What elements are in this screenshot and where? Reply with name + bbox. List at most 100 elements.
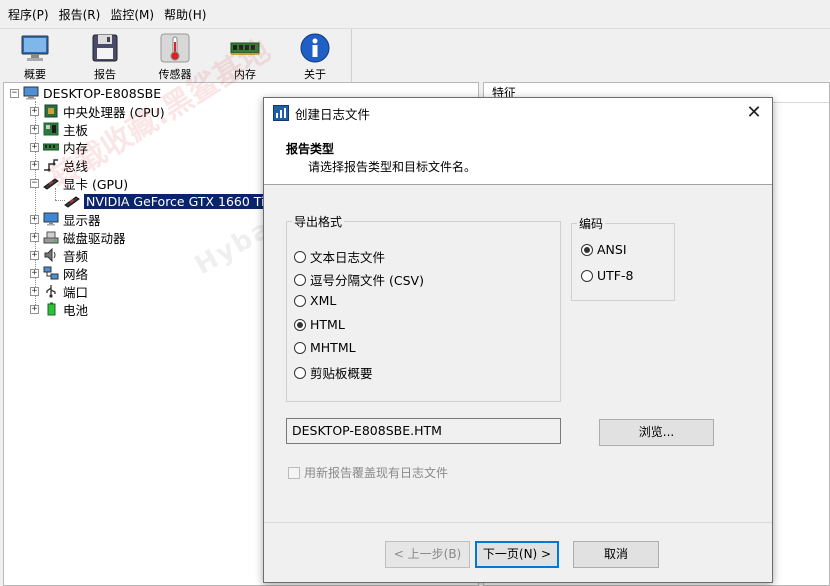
format-html-radio[interactable]: HTML xyxy=(294,317,345,332)
summary-button[interactable]: 概要 xyxy=(7,32,63,81)
checkbox-box xyxy=(288,466,300,479)
tree-item-ports[interactable]: + 端口 xyxy=(30,282,88,300)
report-button[interactable]: 报告 xyxy=(77,32,133,81)
format-text-label: 文本日志文件 xyxy=(310,250,386,265)
tree-item-label: NVIDIA GeForce GTX 1660 Ti xyxy=(84,193,267,209)
radio-circle xyxy=(294,341,306,354)
tree-item-audio[interactable]: + 音频 xyxy=(30,246,88,264)
tree-item-label: 网络 xyxy=(63,266,89,282)
collapse-icon[interactable]: − xyxy=(10,88,19,98)
report-type-heading: 报告类型 xyxy=(286,142,335,156)
expand-icon[interactable]: + xyxy=(30,268,39,278)
format-xml-radio[interactable]: XML xyxy=(294,293,336,308)
gpu-icon xyxy=(43,176,59,190)
tree-item-bus[interactable]: + 总线 xyxy=(30,156,88,174)
encoding-ansi-radio[interactable]: ANSI xyxy=(581,242,627,257)
encoding-ansi-label: ANSI xyxy=(597,242,627,257)
sensor-label: 传感器 xyxy=(158,68,192,81)
report-label: 报告 xyxy=(94,68,116,81)
about-button[interactable]: 关于 xyxy=(287,32,343,81)
dialog-titlebar[interactable]: 创建日志文件 ✕ xyxy=(264,98,772,128)
tree-item-cpu[interactable]: + 中央处理器 (CPU) xyxy=(30,102,165,120)
bus-icon xyxy=(43,158,59,172)
format-text-radio[interactable]: 文本日志文件 xyxy=(294,247,385,266)
expand-icon[interactable]: + xyxy=(30,214,39,224)
browse-button[interactable]: 浏览... xyxy=(599,419,714,446)
next-button[interactable]: 下一页(N) > xyxy=(475,541,559,568)
expand-icon[interactable]: + xyxy=(30,286,39,296)
about-label: 关于 xyxy=(304,68,326,81)
expand-icon[interactable]: + xyxy=(30,106,39,116)
thermometer-icon xyxy=(159,32,191,64)
expand-icon[interactable]: + xyxy=(30,250,39,260)
radio-circle xyxy=(294,250,306,263)
expand-icon[interactable]: + xyxy=(30,232,39,242)
menu-report[interactable]: 报告(R) xyxy=(55,6,105,23)
tree-item-motherboard[interactable]: + 主板 xyxy=(30,120,88,138)
memory-label: 内存 xyxy=(234,68,256,81)
tree-item-label: 总线 xyxy=(63,158,89,174)
report-type-subheading: 请选择报告类型和目标文件名。 xyxy=(308,160,477,174)
motherboard-icon xyxy=(43,122,59,136)
computer-icon xyxy=(23,86,39,100)
tree-root-label: DESKTOP-E808SBE xyxy=(43,85,162,101)
tree-item-gpu[interactable]: − 显卡 (GPU) xyxy=(30,174,128,192)
tree-item-disk[interactable]: + 磁盘驱动器 xyxy=(30,228,126,246)
cancel-button[interactable]: 取消 xyxy=(573,541,659,568)
collapse-icon[interactable]: − xyxy=(30,178,39,188)
tree-item-label: 磁盘驱动器 xyxy=(63,230,126,246)
radio-circle-selected xyxy=(581,243,593,256)
expand-icon[interactable]: + xyxy=(30,124,39,134)
format-clipboard-radio[interactable]: 剪贴板概要 xyxy=(294,363,373,382)
memory-button[interactable]: 内存 xyxy=(217,32,273,81)
display-icon xyxy=(43,212,59,226)
toolbar-group: 概要 报告 传感器 内存 关于 xyxy=(4,29,352,82)
close-icon[interactable]: ✕ xyxy=(744,103,764,123)
radio-circle xyxy=(294,294,306,307)
tree-item-label: 显卡 (GPU) xyxy=(63,176,129,192)
menu-monitor[interactable]: 监控(M) xyxy=(106,6,158,23)
network-icon xyxy=(43,266,59,280)
menu-program[interactable]: 程序(P) xyxy=(4,6,53,23)
format-mhtml-radio[interactable]: MHTML xyxy=(294,340,356,355)
tree-item-label: 内存 xyxy=(63,140,89,156)
menu-bar: 程序(P) 报告(R) 监控(M) 帮助(H) xyxy=(0,0,830,28)
dialog-header: 报告类型 请选择报告类型和目标文件名。 xyxy=(264,128,772,185)
sensor-button[interactable]: 传感器 xyxy=(147,32,203,81)
expand-icon[interactable]: + xyxy=(30,304,39,314)
back-button[interactable]: < 上一步(B) xyxy=(385,541,470,568)
tree-item-label: 主板 xyxy=(63,122,89,138)
tree-item-label: 中央处理器 (CPU) xyxy=(63,104,165,120)
create-log-dialog: 创建日志文件 ✕ 报告类型 请选择报告类型和目标文件名。 导出格式 文本日志文件… xyxy=(263,97,773,583)
tree-item-network[interactable]: + 网络 xyxy=(30,264,88,282)
gpu-card-icon xyxy=(64,194,80,208)
encoding-utf8-radio[interactable]: UTF-8 xyxy=(581,268,633,283)
tree-item-label: 端口 xyxy=(63,284,89,300)
tree-item-battery[interactable]: + 电池 xyxy=(30,300,88,318)
dialog-separator xyxy=(264,522,772,523)
dialog-title: 创建日志文件 xyxy=(295,106,371,122)
tree-root[interactable]: − DESKTOP-E808SBE xyxy=(10,84,161,102)
expand-icon[interactable]: + xyxy=(30,160,39,170)
format-xml-label: XML xyxy=(310,293,337,308)
usb-icon xyxy=(43,284,59,298)
tree-item-memory[interactable]: + 内存 xyxy=(30,138,88,156)
format-mhtml-label: MHTML xyxy=(310,340,356,355)
tree-item-gpu-device[interactable]: NVIDIA GeForce GTX 1660 Ti xyxy=(64,192,267,210)
cpu-icon xyxy=(43,104,59,118)
app-icon xyxy=(273,105,289,121)
radio-circle xyxy=(294,366,306,379)
encoding-utf8-label: UTF-8 xyxy=(597,268,634,283)
format-csv-radio[interactable]: 逗号分隔文件 (CSV) xyxy=(294,270,424,289)
filename-input[interactable]: DESKTOP-E808SBE.HTM xyxy=(286,418,561,444)
overwrite-checkbox[interactable]: 用新报告覆盖现有日志文件 xyxy=(288,464,448,481)
memory-icon xyxy=(42,140,60,154)
format-html-label: HTML xyxy=(310,317,345,332)
encoding-group xyxy=(571,223,675,301)
menu-help[interactable]: 帮助(H) xyxy=(160,6,210,23)
monitor-icon xyxy=(19,32,51,64)
disk-icon xyxy=(43,230,59,244)
tree-item-label: 音频 xyxy=(63,248,89,264)
expand-icon[interactable]: + xyxy=(30,142,39,152)
tree-item-display[interactable]: + 显示器 xyxy=(30,210,101,228)
